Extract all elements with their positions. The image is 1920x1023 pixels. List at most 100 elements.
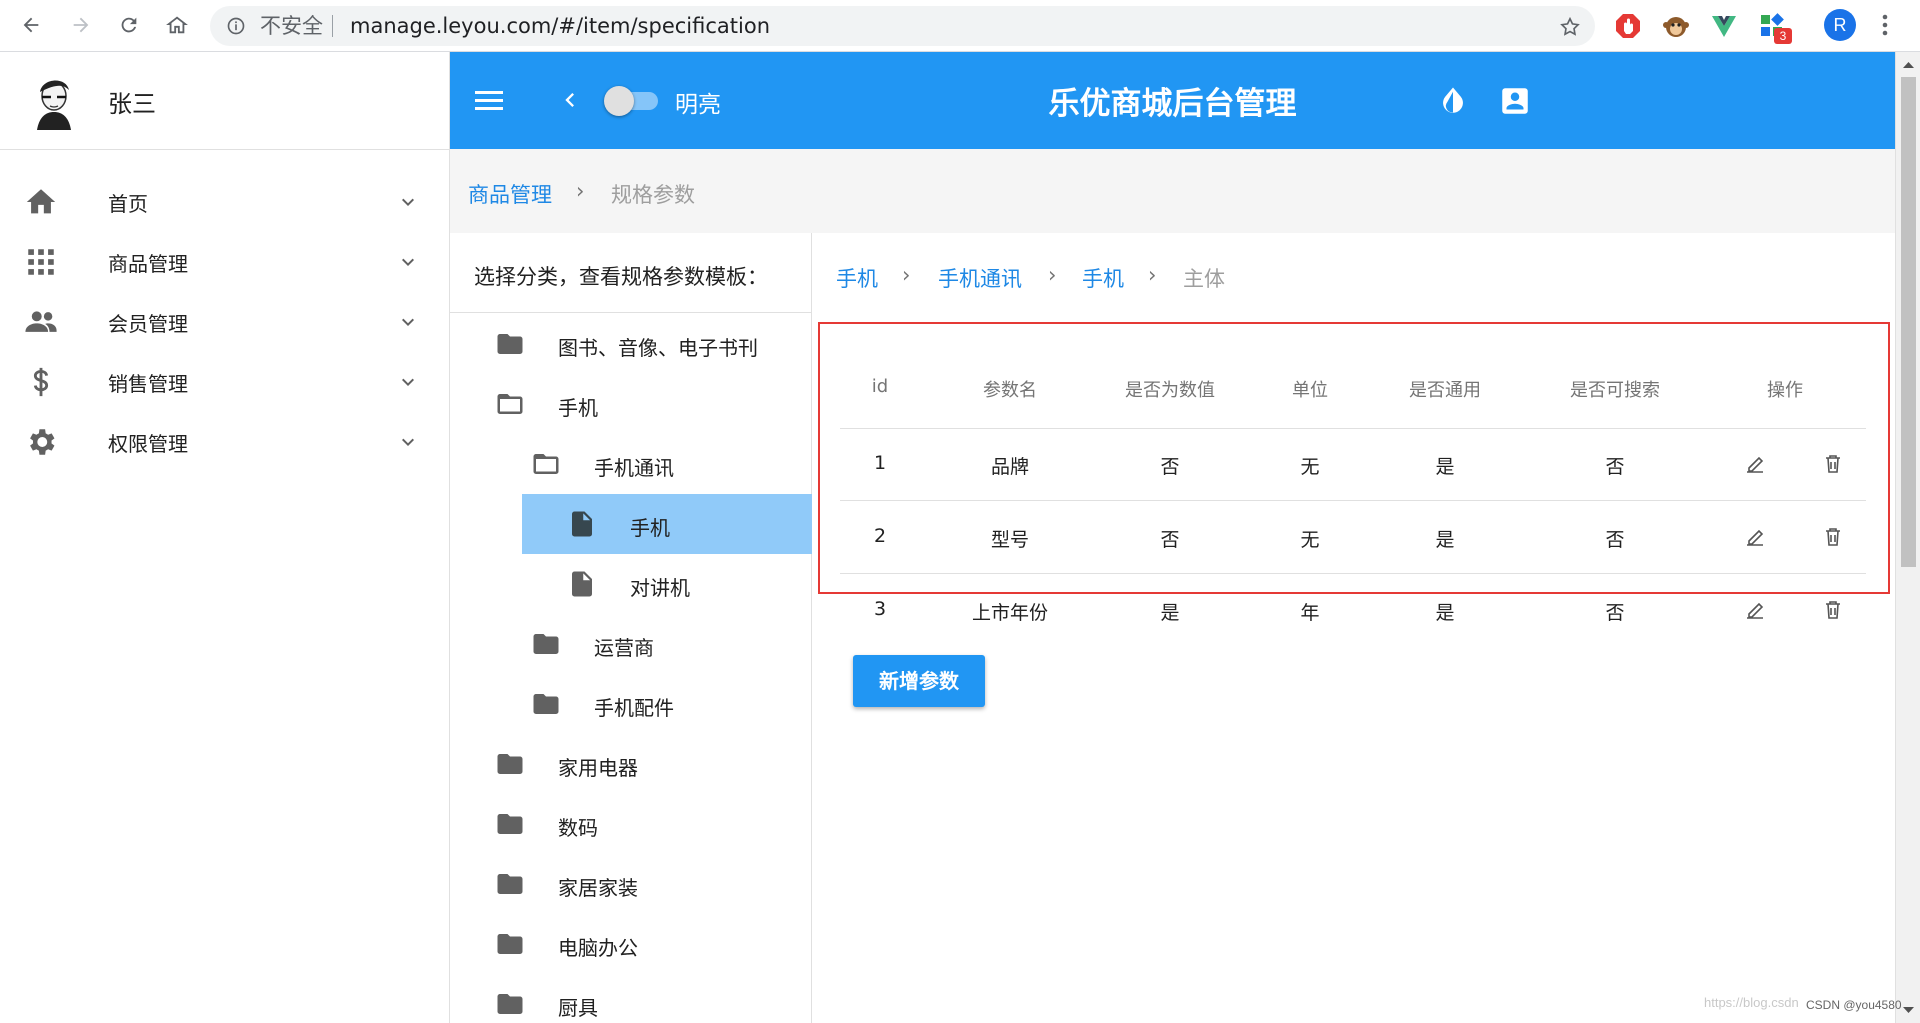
table-divider	[840, 573, 1866, 574]
apps-grid-icon	[28, 249, 54, 275]
folder-icon	[497, 934, 523, 954]
browser-forward-button[interactable]	[66, 10, 96, 40]
profile-avatar[interactable]: R	[1824, 9, 1856, 41]
more-vert-icon[interactable]	[1878, 12, 1892, 38]
browser-back-button[interactable]	[16, 10, 46, 40]
tree-node[interactable]: 家居家装	[450, 854, 812, 914]
tree-node-label: 手机	[630, 516, 670, 540]
tree-node[interactable]: 对讲机	[522, 554, 812, 614]
tree-node-label: 家居家装	[558, 876, 638, 900]
delete-icon[interactable]	[1821, 525, 1845, 549]
category-path-link[interactable]: 手机	[836, 263, 878, 293]
tree-node[interactable]: 手机通讯	[450, 434, 812, 494]
adblock-extension-icon[interactable]	[1614, 12, 1642, 40]
page-title: 乐优商城后台管理	[1048, 86, 1297, 122]
folder-open-icon	[533, 454, 559, 474]
people-icon	[25, 311, 57, 332]
home-icon	[26, 189, 56, 214]
folder-icon	[497, 754, 523, 774]
browser-reload-button[interactable]	[114, 10, 144, 40]
scrollbar-thumb[interactable]	[1901, 77, 1916, 567]
cell-numeric: 否	[1160, 529, 1180, 551]
monkey-extension-icon[interactable]	[1662, 12, 1690, 40]
delete-icon[interactable]	[1821, 598, 1845, 622]
tree-node[interactable]: 手机配件	[450, 674, 812, 734]
sidebar-item-sales[interactable]: 销售管理	[0, 352, 450, 412]
folder-open-icon	[497, 394, 523, 414]
folder-icon	[497, 874, 523, 894]
category-path-link[interactable]: 手机	[1082, 263, 1124, 293]
category-path-link[interactable]: 手机通讯	[938, 263, 1022, 293]
spec-params-panel: 手机 › 手机通讯 › 手机 › 主体 id 参数名 是否为数值 单位 是否通用…	[812, 233, 1895, 1023]
watermark-credit: CSDN @you4580	[1806, 998, 1902, 1012]
tree-node-label: 数码	[558, 816, 598, 840]
cell-unit: 年	[1300, 602, 1320, 624]
reload-icon	[121, 17, 137, 33]
sidebar-item-products[interactable]: 商品管理	[0, 232, 450, 292]
tree-header-text: 选择分类，查看规格参数模板：	[474, 265, 768, 289]
column-header[interactable]: 参数名	[940, 376, 1080, 402]
tree-node[interactable]: 家用电器	[450, 734, 812, 794]
bookmark-star-icon[interactable]	[1559, 16, 1581, 38]
insecure-label: 不安全	[260, 14, 323, 38]
cell-id: 2	[873, 525, 887, 547]
browser-home-button[interactable]	[162, 10, 192, 40]
tree-node[interactable]: 运营商	[450, 614, 812, 674]
scroll-up-icon[interactable]	[1902, 60, 1915, 70]
sidebar-item-label: 销售管理	[108, 371, 188, 396]
tree-node-label: 手机配件	[594, 696, 674, 720]
edit-icon[interactable]	[1743, 525, 1767, 549]
vue-devtools-icon[interactable]	[1710, 12, 1738, 40]
chevron-down-icon	[402, 438, 414, 446]
sidebar-item-label: 商品管理	[108, 251, 188, 276]
sidebar-item-home[interactable]: 首页	[0, 172, 450, 232]
tree-node[interactable]: 手机	[450, 374, 812, 434]
column-header[interactable]: 单位	[1260, 376, 1360, 402]
chevron-down-icon	[402, 378, 414, 386]
sidebar-item-label: 会员管理	[108, 311, 188, 336]
tree-node[interactable]: 图书、音像、电子书刊	[450, 314, 812, 374]
invert-colors-icon[interactable]	[1436, 84, 1470, 118]
tree-node[interactable]: 厨具	[450, 974, 812, 1023]
breadcrumb-link[interactable]: 商品管理	[468, 179, 552, 209]
edit-icon[interactable]	[1743, 452, 1767, 476]
tree-node[interactable]: 数码	[450, 794, 812, 854]
tree-node[interactable]: 电脑办公	[450, 914, 812, 974]
arrow-right-icon	[73, 17, 89, 33]
tree-node-label: 电脑办公	[558, 936, 638, 960]
column-header[interactable]: 是否可搜索	[1525, 376, 1705, 402]
navigation-drawer: 张三 首页 商品管理 会员管理 销售管理 权限管理	[0, 52, 450, 1023]
url-text[interactable]: manage.leyou.com/#/item/specification	[350, 16, 770, 37]
tree-node-label: 图书、音像、电子书刊	[558, 336, 758, 360]
sidebar-item-label: 首页	[108, 191, 148, 216]
folder-icon	[533, 694, 559, 714]
column-header[interactable]: 是否为数值	[1090, 376, 1250, 402]
gear-icon	[30, 429, 55, 455]
cell-name: 型号	[990, 529, 1029, 551]
delete-icon[interactable]	[1821, 452, 1845, 476]
cell-unit: 无	[1300, 529, 1320, 551]
sidebar-item-permissions[interactable]: 权限管理	[0, 412, 450, 472]
scroll-down-icon[interactable]	[1902, 1005, 1915, 1015]
cell-numeric: 是	[1160, 602, 1180, 624]
add-param-button[interactable]: 新增参数	[853, 655, 985, 707]
tree-node-selected[interactable]: 手机	[522, 494, 812, 554]
column-header[interactable]: 是否通用	[1375, 376, 1515, 402]
account-box-icon[interactable]	[1498, 84, 1532, 118]
cell-searching: 否	[1605, 602, 1625, 624]
breadcrumb-separator: ›	[576, 179, 585, 203]
column-header[interactable]: id	[840, 376, 920, 397]
chevron-down-icon	[402, 198, 414, 206]
divider	[332, 15, 333, 37]
info-icon[interactable]	[226, 16, 246, 36]
cell-generic: 是	[1435, 529, 1455, 551]
arrow-left-icon	[23, 17, 39, 33]
breadcrumb: 商品管理 › 规格参数	[450, 149, 1895, 233]
extension-badge: 3	[1774, 28, 1792, 44]
page-scrollbar[interactable]	[1895, 52, 1920, 1023]
cell-searching: 否	[1605, 529, 1625, 551]
address-bar[interactable]: 不安全 manage.leyou.com/#/item/specificatio…	[210, 6, 1595, 46]
edit-icon[interactable]	[1743, 598, 1767, 622]
folder-icon	[497, 334, 523, 354]
sidebar-item-members[interactable]: 会员管理	[0, 292, 450, 352]
